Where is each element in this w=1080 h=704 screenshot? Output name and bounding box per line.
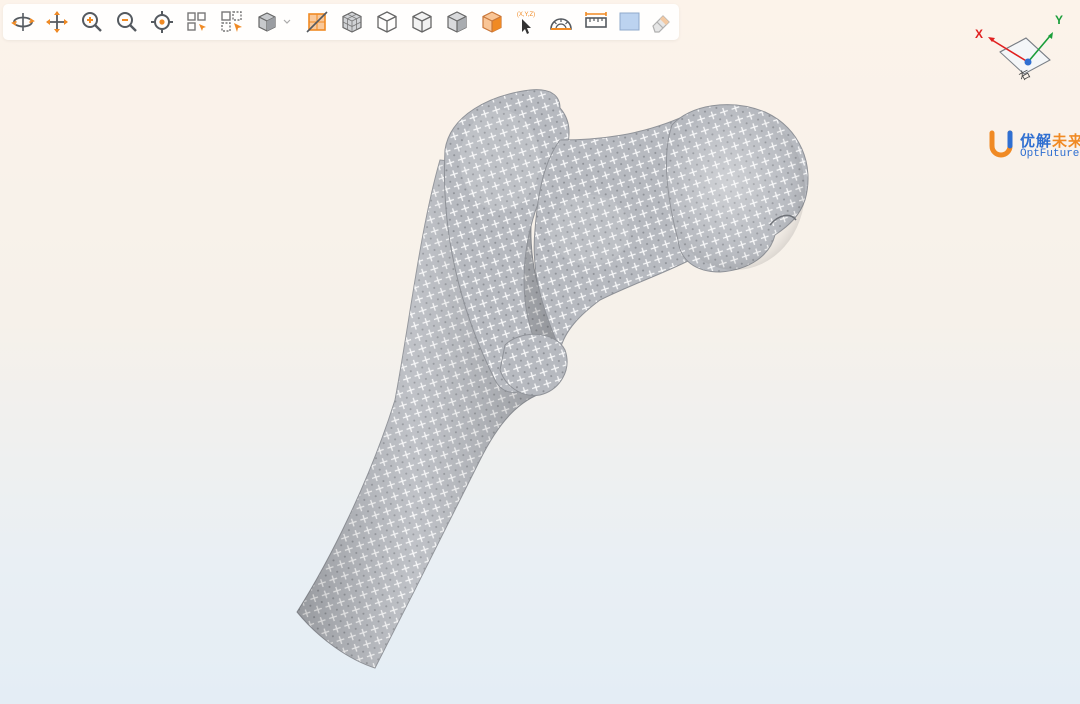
neck-highlight: [550, 195, 630, 265]
brand-name-en: OptFuture: [1020, 148, 1080, 160]
z-axis-dot: [1024, 58, 1032, 66]
brand-logo: 优解未来 OptFuture: [986, 128, 1080, 162]
femur-model[interactable]: [296, 89, 809, 669]
x-axis-label: X: [975, 27, 983, 41]
orientation-triad[interactable]: 右 X Y: [972, 12, 1080, 104]
model-viewport[interactable]: [0, 0, 1080, 704]
trochanter-highlight: [460, 110, 540, 210]
y-axis-label: Y: [1055, 13, 1063, 27]
lesser-trochanter: [499, 333, 568, 396]
femoral-head-shading: [665, 110, 805, 270]
brand-u-icon: [989, 130, 1013, 158]
